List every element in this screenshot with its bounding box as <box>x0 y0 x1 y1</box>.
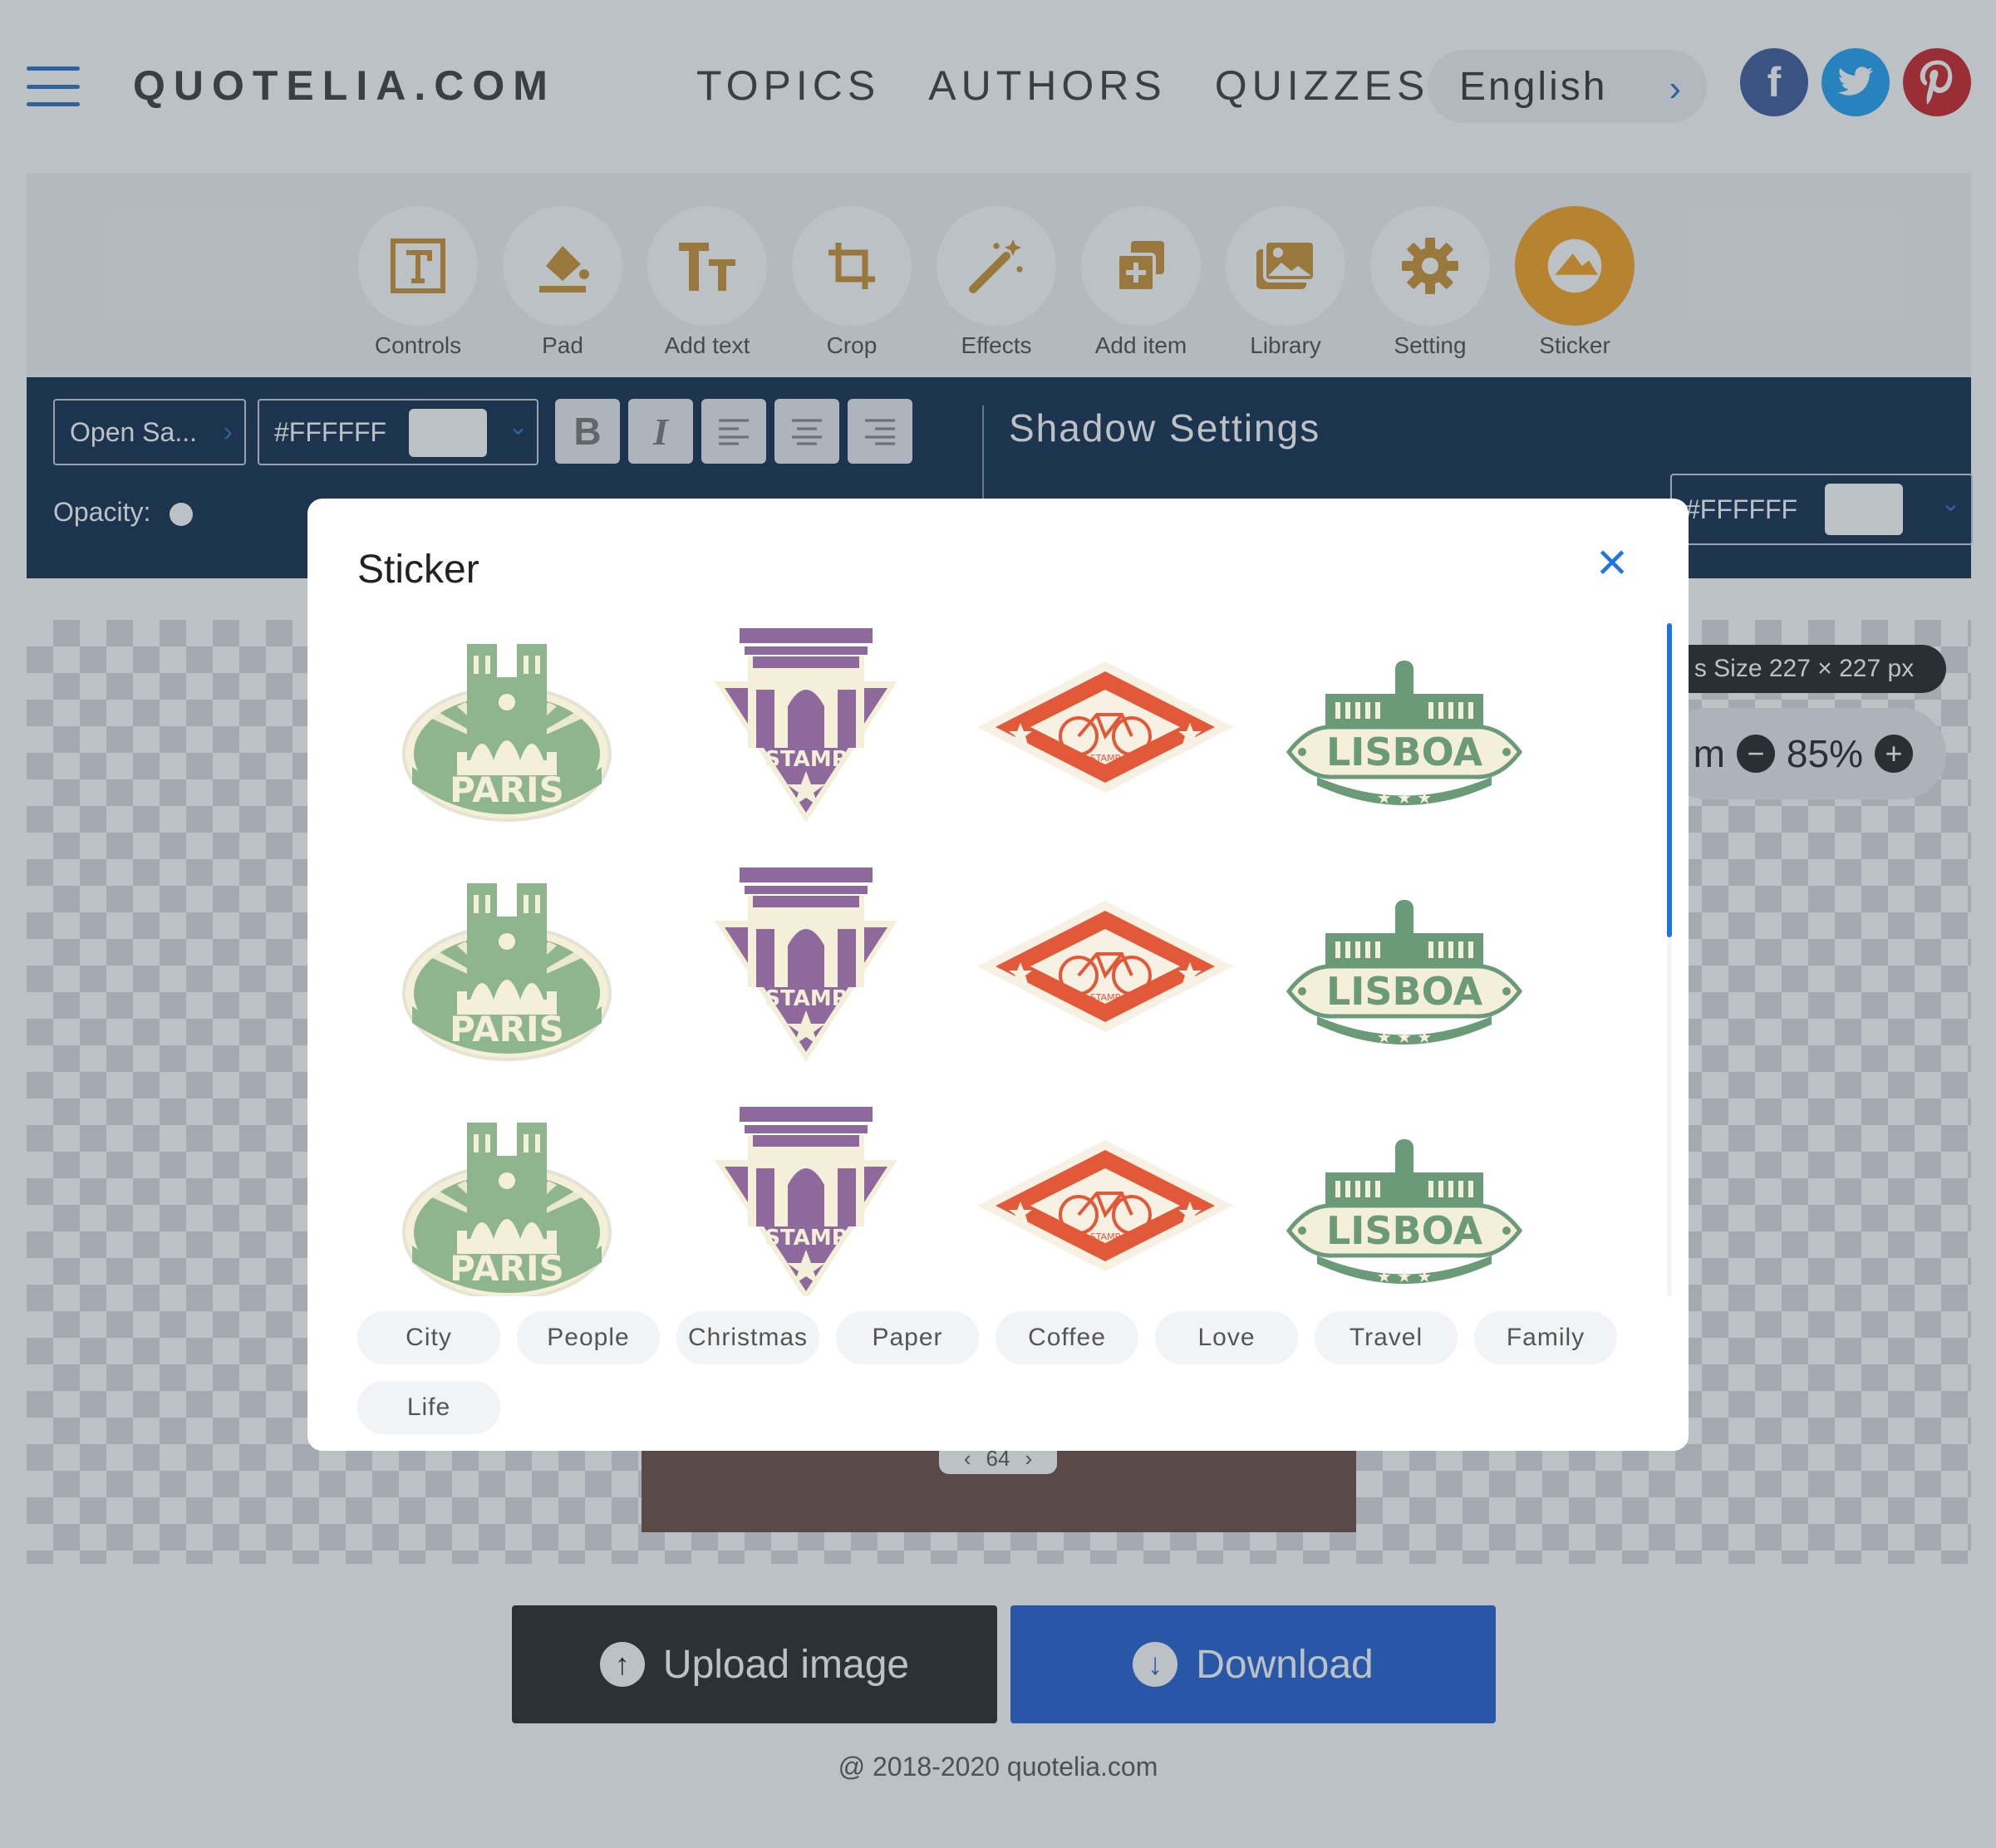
category-tag[interactable]: Love <box>1155 1311 1298 1364</box>
sticker-paris[interactable]: PARIS <box>357 1094 656 1296</box>
category-tag[interactable]: Family <box>1474 1311 1617 1364</box>
close-icon[interactable]: × <box>1587 535 1637 588</box>
sticker-paris[interactable]: PARIS <box>357 615 656 839</box>
category-tag[interactable]: Christmas <box>676 1311 819 1364</box>
sticker-stamp[interactable]: STAMP <box>656 615 956 839</box>
sticker-lisboa[interactable]: LISBOA ★ ★ ★ <box>1255 1094 1554 1296</box>
sticker-label: STAMP <box>764 747 848 772</box>
sticker-label: STAMP <box>764 1226 848 1251</box>
sticker-paris[interactable]: PARIS <box>357 854 656 1079</box>
svg-text:★ ★ ★: ★ ★ ★ <box>1377 788 1433 808</box>
sticker-bike[interactable]: STAMP <box>956 615 1255 839</box>
sticker-label: PARIS <box>450 1248 564 1289</box>
sticker-label: LISBOA <box>1326 969 1482 1014</box>
category-tag[interactable]: Coffee <box>996 1311 1138 1364</box>
sticker-stamp[interactable]: STAMP <box>656 1094 956 1296</box>
sticker-label: STAMP <box>1090 753 1121 764</box>
category-tag[interactable]: Paper <box>836 1311 979 1364</box>
sticker-label: STAMP <box>1090 992 1121 1003</box>
sticker-label: LISBOA <box>1326 730 1482 774</box>
svg-text:★ ★ ★: ★ ★ ★ <box>1377 1027 1433 1047</box>
scrollbar-thumb[interactable] <box>1667 623 1672 937</box>
svg-text:★ ★ ★: ★ ★ ★ <box>1377 1266 1433 1286</box>
sticker-lisboa[interactable]: LISBOA ★ ★ ★ <box>1255 615 1554 839</box>
category-tag[interactable]: Travel <box>1315 1311 1458 1364</box>
sticker-label: PARIS <box>450 1009 564 1049</box>
modal-title: Sticker <box>357 548 479 592</box>
sticker-label: STAMP <box>1090 1231 1121 1242</box>
category-tag[interactable]: City <box>357 1311 500 1364</box>
sticker-stamp[interactable]: STAMP <box>656 854 956 1079</box>
sticker-bike[interactable]: STAMP <box>956 1094 1255 1296</box>
sticker-label: STAMP <box>764 986 848 1011</box>
sticker-label: LISBOA <box>1326 1208 1482 1253</box>
sticker-bike[interactable]: STAMP <box>956 854 1255 1079</box>
sticker-lisboa[interactable]: LISBOA ★ ★ ★ <box>1255 854 1554 1079</box>
sticker-modal: Sticker × PARIS STAMP STAMP LISBOA ★ ★ ★… <box>307 499 1689 1451</box>
sticker-label: PARIS <box>450 769 564 810</box>
category-tag[interactable]: People <box>517 1311 660 1364</box>
category-tag[interactable]: Life <box>357 1381 500 1434</box>
sticker-grid: PARIS STAMP STAMP LISBOA ★ ★ ★ PARIS STA… <box>357 615 1620 1296</box>
